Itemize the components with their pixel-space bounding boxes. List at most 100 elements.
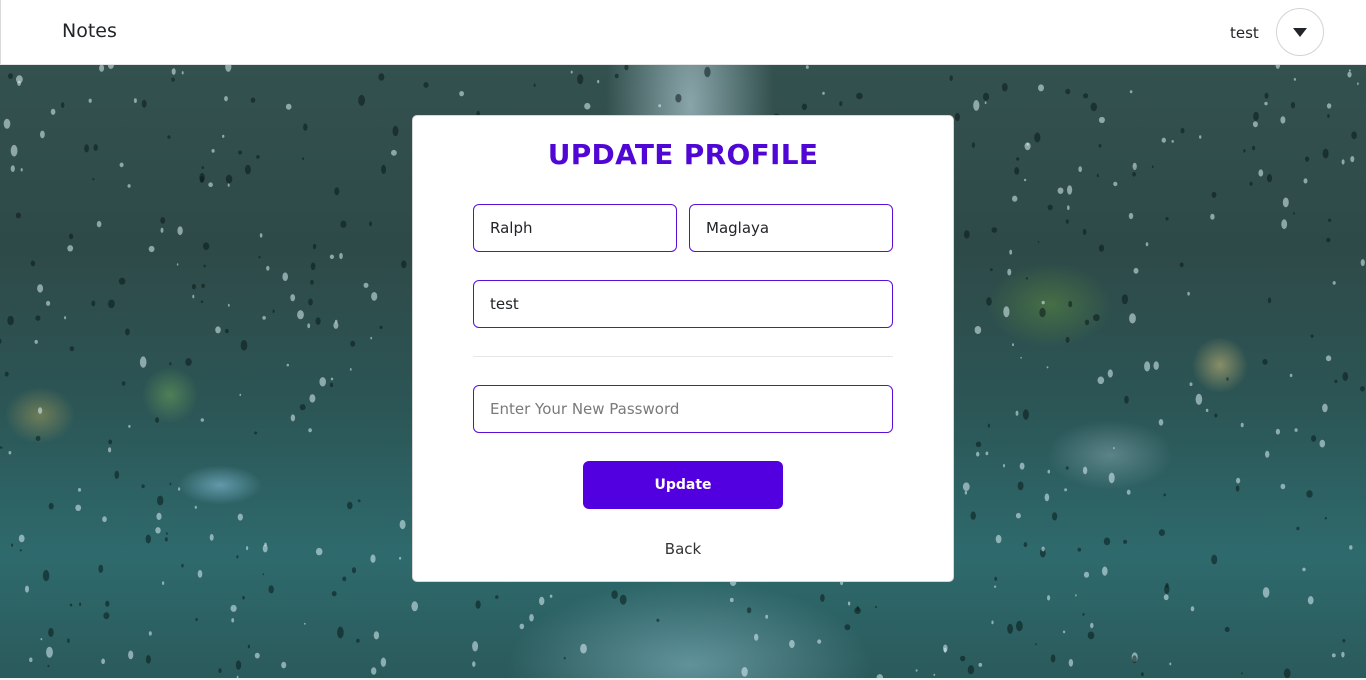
raindrop <box>218 668 222 674</box>
username-input[interactable] <box>473 280 893 328</box>
raindrop <box>264 542 267 547</box>
raindrop <box>307 323 311 329</box>
raindrop <box>1328 218 1332 222</box>
raindrop <box>225 65 232 72</box>
raindrop <box>1098 116 1105 124</box>
raindrop <box>995 534 1002 544</box>
raindrop <box>875 605 877 609</box>
raindrop <box>563 656 566 660</box>
raindrop <box>1290 101 1296 109</box>
raindrop <box>1243 149 1246 153</box>
raindrop <box>333 321 339 329</box>
raindrop <box>1332 281 1336 285</box>
raindrop <box>1003 306 1010 318</box>
raindrop <box>472 641 479 652</box>
raindrop <box>1063 630 1066 634</box>
raindrop <box>399 519 406 530</box>
raindrop <box>102 516 107 523</box>
raindrop <box>310 262 316 271</box>
raindrop <box>121 381 126 386</box>
raindrop <box>1294 428 1298 432</box>
brand-link[interactable]: Notes <box>62 20 117 42</box>
raindrop <box>0 446 3 449</box>
raindrop <box>1199 135 1202 139</box>
raindrop <box>459 91 464 97</box>
raindrop <box>303 622 306 625</box>
raindrop <box>985 451 989 456</box>
raindrop <box>162 581 165 585</box>
raindrop <box>570 70 573 74</box>
raindrop <box>349 368 352 371</box>
raindrop <box>1077 547 1082 552</box>
raindrop <box>1211 191 1217 198</box>
raindrop <box>0 338 2 344</box>
raindrop <box>378 73 385 81</box>
raindrop <box>1347 71 1352 78</box>
raindrop <box>208 182 213 187</box>
raindrop <box>994 576 998 581</box>
raindrop <box>399 556 402 560</box>
raindrop <box>329 254 334 259</box>
raindrop <box>1293 78 1296 81</box>
raindrop <box>35 315 41 321</box>
raindrop <box>741 667 748 677</box>
raindrop <box>1132 172 1136 177</box>
raindrop <box>237 513 243 521</box>
raindrop <box>967 665 975 675</box>
raindrop <box>297 310 304 320</box>
raindrop <box>1068 300 1073 308</box>
raindrop <box>235 660 242 670</box>
raindrop <box>962 482 970 492</box>
raindrop <box>114 470 120 479</box>
raindrop <box>299 404 306 411</box>
last-name-input[interactable] <box>689 204 893 252</box>
raindrop <box>1015 410 1019 416</box>
raindrop <box>519 623 525 630</box>
raindrop <box>1067 185 1073 195</box>
raindrop <box>1179 262 1184 268</box>
raindrop <box>1326 237 1331 243</box>
raindrop <box>1349 545 1353 550</box>
raindrop <box>1023 178 1027 182</box>
raindrop <box>139 356 147 368</box>
raindrop <box>1046 366 1049 369</box>
new-password-input[interactable] <box>473 385 893 433</box>
raindrop <box>943 644 948 652</box>
raindrop <box>976 451 980 457</box>
raindrop <box>1341 159 1345 165</box>
raindrop <box>3 118 11 129</box>
raindrop <box>238 150 243 155</box>
raindrop <box>1039 307 1046 318</box>
raindrop <box>1324 516 1327 520</box>
raindrop <box>994 585 997 588</box>
raindrop <box>1360 259 1365 267</box>
first-name-input[interactable] <box>473 204 677 252</box>
raindrop <box>222 134 225 138</box>
raindrop <box>529 614 534 622</box>
raindrop <box>256 155 260 159</box>
back-link[interactable]: Back <box>413 540 953 558</box>
raindrop <box>127 184 131 188</box>
raindrop <box>411 601 419 612</box>
raindrop <box>729 597 734 603</box>
raindrop <box>1124 395 1129 404</box>
raindrop <box>342 576 347 582</box>
raindrop <box>254 652 260 659</box>
raindrop <box>1311 435 1317 442</box>
raindrop <box>171 77 175 82</box>
raindrop <box>1093 314 1100 322</box>
raindrop <box>970 511 976 520</box>
raindrop <box>262 573 265 576</box>
raindrop <box>105 600 110 607</box>
raindrop <box>1044 493 1050 502</box>
raindrop <box>1128 212 1134 220</box>
user-dropdown-toggle[interactable] <box>1276 8 1324 56</box>
raindrop <box>67 245 74 252</box>
raindrop <box>1151 165 1154 169</box>
raindrop <box>1126 489 1131 495</box>
raindrop <box>847 601 851 606</box>
update-button[interactable]: Update <box>583 461 783 509</box>
raindrop <box>34 339 38 344</box>
raindrop <box>1283 668 1291 678</box>
raindrop <box>624 65 629 71</box>
